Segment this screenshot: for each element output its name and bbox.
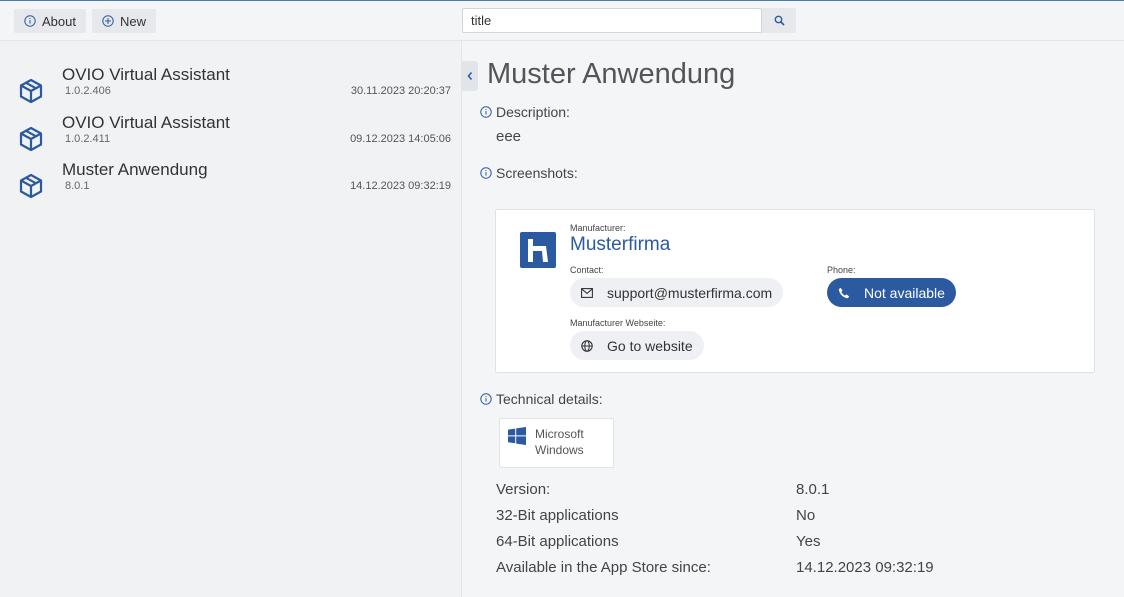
app-date: 09.12.2023 14:05:06 [350,133,451,145]
house-logo-icon [528,239,548,262]
info-icon [480,167,492,179]
package-icon [19,126,43,152]
manufacturer-label: Manufacturer: [570,223,626,233]
app-name: OVIO Virtual Assistant [62,65,230,84]
info-icon [24,15,36,27]
manufacturer-logo [520,232,556,268]
info-icon [480,393,492,405]
platform-name-line1: Microsoft [535,427,584,441]
toolbar: About New [0,1,1124,41]
package-icon [19,78,43,104]
new-button[interactable]: New [92,9,157,33]
app-name: Muster Anwendung [62,160,208,179]
app-version: 1.0.2.406 [65,85,111,97]
description-heading: Description: [480,104,570,120]
chevron-left-icon [467,72,473,80]
platform-name-line2: Windows [535,443,584,457]
plus-circle-icon [102,15,114,27]
phone-icon [838,287,850,298]
mail-icon [581,287,593,298]
screenshots-label: Screenshots: [496,165,578,181]
search-icon [774,15,785,26]
app-version: 1.0.2.411 [65,133,111,145]
detail-key: 64-Bit applications [496,533,619,550]
list-item[interactable]: OVIO Virtual Assistant 1.0.2.411 09.12.2… [0,113,462,159]
app-list: OVIO Virtual Assistant 1.0.2.406 30.11.2… [0,41,462,597]
screenshots-heading: Screenshots: [480,165,578,181]
detail-row-32bit: 32-Bit applications No [496,507,1056,527]
contact-email-button[interactable]: support@musterfirma.com [570,278,784,307]
description-label: Description: [496,104,570,120]
phone-label: Phone: [827,265,856,275]
platform-card: Microsoft Windows [499,418,614,468]
app-date: 14.12.2023 09:32:19 [350,180,451,192]
new-label: New [120,13,147,29]
phone-value: Not available [864,284,945,301]
globe-icon [581,339,593,352]
detail-key: Available in the App Store since: [496,559,711,576]
app-date: 30.11.2023 20:20:37 [350,85,451,97]
detail-key: Version: [496,481,551,498]
go-to-website-button[interactable]: Go to website [570,331,704,360]
description-text: eee [496,128,522,145]
collapse-panel-button[interactable] [462,61,478,91]
detail-value: Yes [796,533,821,550]
technical-label: Technical details: [496,391,603,407]
search-button[interactable] [762,8,796,33]
detail-value: 14.12.2023 09:32:19 [796,559,934,576]
detail-value: No [796,507,816,524]
contact-label: Contact: [570,265,604,275]
app-version: 8.0.1 [65,180,90,192]
app-name: OVIO Virtual Assistant [62,113,230,132]
phone-button[interactable]: Not available [827,278,956,307]
package-icon [19,173,43,199]
manufacturer-card: Manufacturer: Musterfirma Contact: suppo… [495,209,1095,373]
info-icon [480,106,492,118]
about-label: About [42,13,76,29]
website-button-label: Go to website [607,337,693,354]
detail-row-available-since: Available in the App Store since: 14.12.… [496,559,1056,579]
list-item[interactable]: Muster Anwendung 8.0.1 14.12.2023 09:32:… [0,160,462,206]
list-item[interactable]: OVIO Virtual Assistant 1.0.2.406 30.11.2… [0,65,462,111]
detail-key: 32-Bit applications [496,507,619,524]
manufacturer-name: Musterfirma [570,234,671,255]
search-input[interactable] [462,8,762,33]
page-title: Muster Anwendung [487,58,736,90]
website-label: Manufacturer Webseite: [570,318,666,328]
about-button[interactable]: About [14,9,86,33]
windows-logo-icon [508,427,526,445]
detail-row-64bit: 64-Bit applications Yes [496,533,1056,553]
detail-value: 8.0.1 [796,481,830,498]
contact-email: support@musterfirma.com [607,284,773,301]
technical-heading: Technical details: [480,391,603,407]
detail-row-version: Version: 8.0.1 [496,481,1056,501]
